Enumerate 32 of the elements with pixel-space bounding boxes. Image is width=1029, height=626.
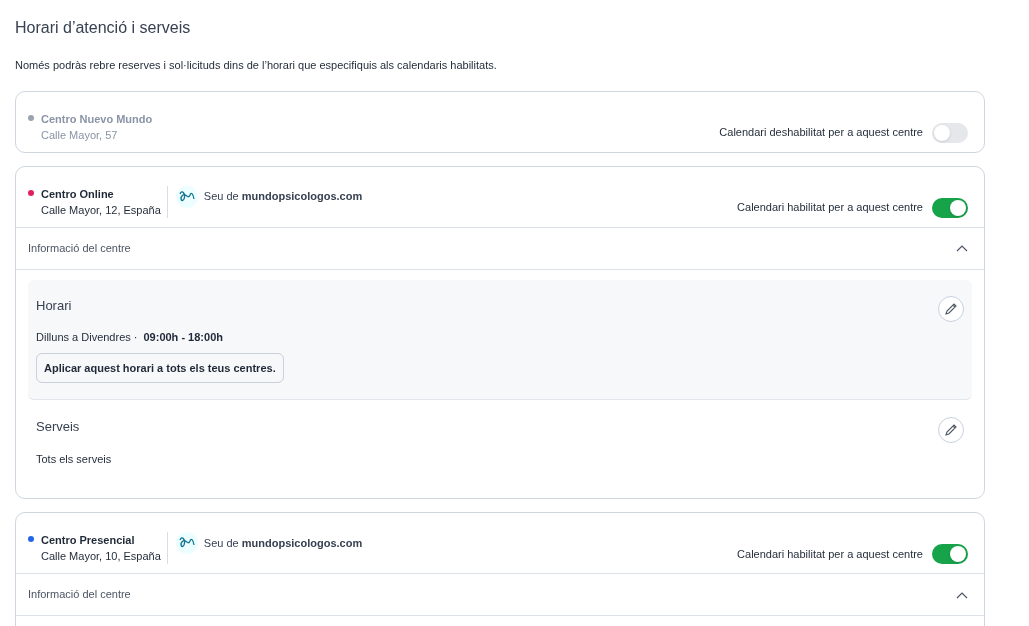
calendar-status: Calendari habilitat per a aquest centre — [737, 200, 923, 216]
center-name: Centro Presencial — [41, 533, 136, 548]
logo-icon — [175, 532, 198, 554]
center-address: Calle Mayor, 57 — [41, 127, 119, 143]
center-name: Centro Online — [41, 186, 115, 202]
toggle-switch[interactable] — [932, 197, 968, 218]
center-name: Centro Nuevo Mundo — [41, 111, 153, 127]
calendar-status: Calendari habilitat per a aquest centre — [737, 546, 923, 562]
schedule-hours: 09:00h - 18:00h — [143, 330, 223, 345]
pencil-icon — [944, 301, 958, 316]
apply-schedule-button[interactable]: Aplicar aquest horari a tots els teus centres. — [36, 352, 284, 383]
center-address: Calle Mayor, 12, España — [41, 202, 161, 218]
section-title: Serveis — [36, 418, 81, 436]
accordion-header[interactable]: Informació del centre — [16, 226, 984, 270]
schedule-days: Dilluns a Divendres · — [36, 329, 138, 346]
pencil-icon — [944, 423, 958, 437]
chevron-icon — [956, 590, 968, 599]
edit-button[interactable] — [938, 417, 964, 443]
logo-icon — [175, 185, 198, 208]
site-label: Seu de mundopsicologos.com — [203, 535, 363, 551]
chevron-icon — [956, 244, 968, 252]
accordion-header[interactable]: Informació del centre — [16, 573, 984, 616]
site-label: Seu de mundopsicologos.com — [203, 189, 363, 205]
calendar-status: Calendari deshabilitat per a aquest centre — [719, 125, 923, 141]
services-text: Tots els serveis — [36, 451, 112, 467]
center-address: Calle Mayor, 10, España — [41, 549, 161, 564]
intro-text: Només podràs rebre reserves i sol·licituds dins de l’horari que especifiquis als calendaris habilitats. — [15, 58, 498, 73]
toggle-switch[interactable] — [932, 122, 968, 143]
toggle-switch[interactable] — [932, 544, 968, 564]
page-title: Horari d’atenció i serveis — [15, 18, 192, 38]
edit-button[interactable] — [938, 295, 964, 322]
section-title: Horari — [36, 296, 73, 315]
